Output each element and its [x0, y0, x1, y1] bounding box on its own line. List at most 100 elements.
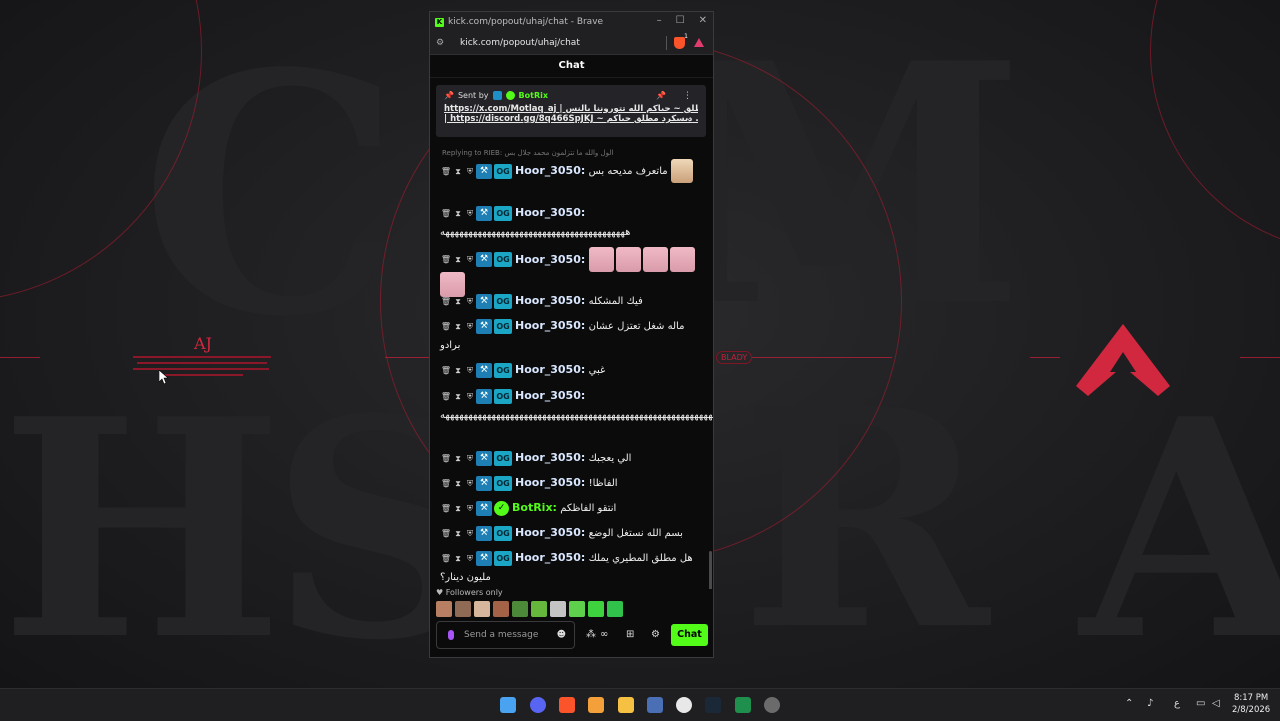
ban-icon[interactable]: ⛨ [464, 524, 476, 543]
timeout-icon[interactable]: ⧗ [452, 250, 464, 269]
timeout-icon[interactable]: ⧗ [452, 549, 464, 568]
chat-username[interactable]: Hoor_3050: [515, 294, 585, 307]
emoji-icon[interactable]: ☻ [557, 630, 566, 640]
delete-icon[interactable]: 🗑 [440, 499, 452, 518]
window-titlebar[interactable]: K kick.com/popout/uhaj/chat - Brave – ☐ … [430, 12, 713, 32]
send-chat-button[interactable]: Chat [671, 624, 708, 646]
microphone-icon[interactable] [448, 630, 454, 640]
delete-icon[interactable]: 🗑 [440, 204, 452, 223]
delete-icon[interactable]: 🗑 [440, 317, 452, 336]
chat-message[interactable]: 🗑 ⧗ ⛨ ⚒ OG Hoor_3050: الفاظا! [440, 473, 702, 493]
quick-emote[interactable] [436, 601, 452, 617]
chat-message[interactable]: 🗑 ⧗ ⛨ ⚒ OG Hoor_3050: [440, 247, 702, 297]
quick-emote[interactable] [550, 601, 566, 617]
brave-rewards-icon[interactable] [694, 38, 704, 47]
pinned-message[interactable]: 📌 Sent by BotRix https://x.com/Motlaq_aj… [436, 85, 706, 137]
chat-username[interactable]: Hoor_3050: [515, 451, 585, 464]
security-app-icon[interactable] [647, 697, 663, 713]
ban-icon[interactable]: ⛨ [464, 387, 476, 406]
pinned-line-2[interactable]: | https://discord.gg/8q466SpJKJ ~ ديسكرد… [444, 114, 698, 124]
chat-message[interactable]: 🗑 ⧗ ⛨ ⚒ OG Hoor_3050: ههههههههههههههههههههههه… [440, 386, 713, 425]
timeout-icon[interactable]: ⧗ [452, 204, 464, 223]
chat-message[interactable]: 🗑 ⧗ ⛨ ⚒ OG Hoor_3050: فيك المشكله [440, 291, 702, 311]
quick-emote[interactable] [607, 601, 623, 617]
site-settings-icon[interactable]: ⚙ [436, 38, 450, 48]
ban-icon[interactable]: ⛨ [464, 474, 476, 493]
pinned-line-1[interactable]: https://x.com/Motlaq_aj | تويتر مطلق ~ ح… [444, 104, 698, 114]
file-explorer-icon[interactable] [618, 697, 634, 713]
ban-icon[interactable]: ⛨ [464, 499, 476, 518]
tray-chevron-up-icon[interactable]: ⌃ [1125, 698, 1133, 709]
taskbar-clock[interactable]: 8:17 PM 2/8/2026 [1232, 692, 1270, 716]
chat-username[interactable]: Hoor_3050: [515, 476, 585, 489]
ban-icon[interactable]: ⛨ [464, 361, 476, 380]
delete-icon[interactable]: 🗑 [440, 449, 452, 468]
chevron-down-icon[interactable]: ⌄ [684, 113, 692, 123]
chat-message[interactable]: 🗑 ⧗ ⛨ ⚒ OG Hoor_3050: غبي [440, 360, 702, 380]
ban-icon[interactable]: ⛨ [464, 549, 476, 568]
delete-icon[interactable]: 🗑 [440, 162, 452, 181]
delete-icon[interactable]: 🗑 [440, 292, 452, 311]
discord-icon[interactable] [530, 697, 546, 713]
ban-icon[interactable]: ⛨ [464, 250, 476, 269]
brave-browser-icon[interactable] [559, 697, 575, 713]
chat-scrollbar[interactable] [709, 551, 712, 589]
maximize-button[interactable]: ☐ [676, 15, 685, 26]
delete-icon[interactable]: 🗑 [440, 549, 452, 568]
obs-icon[interactable] [676, 697, 692, 713]
quick-emote[interactable] [512, 601, 528, 617]
pinned-sender[interactable]: BotRix [519, 91, 548, 100]
network-icon[interactable]: ▭ [1196, 698, 1205, 709]
quick-emote[interactable] [531, 601, 547, 617]
timeout-icon[interactable]: ⧗ [452, 524, 464, 543]
chat-username[interactable]: Hoor_3050: [515, 206, 585, 219]
quick-emote[interactable] [493, 601, 509, 617]
quick-emote[interactable] [455, 601, 471, 617]
gift-icon[interactable]: ⊞ [626, 629, 634, 640]
url-field[interactable]: kick.com/popout/uhaj/chat [460, 38, 580, 48]
start-menu-icon[interactable] [500, 697, 516, 713]
chat-message[interactable]: 🗑 ⧗ ⛨ ⚒ OG Hoor_3050: ماتعرف مديحه بس [440, 159, 702, 183]
delete-icon[interactable]: 🗑 [440, 250, 452, 269]
timeout-icon[interactable]: ⧗ [452, 361, 464, 380]
chat-message[interactable]: 🗑 ⧗ ⛨ ⚒ OG Hoor_3050: بسم الله نستغل الوضع [440, 523, 702, 543]
timeout-icon[interactable]: ⧗ [452, 499, 464, 518]
chat-username[interactable]: Hoor_3050: [515, 363, 585, 376]
chat-username[interactable]: Hoor_3050: [515, 551, 585, 564]
infinity-icon[interactable]: ∞ [600, 629, 608, 640]
input-language[interactable]: ع [1174, 698, 1180, 709]
ban-icon[interactable]: ⛨ [464, 292, 476, 311]
tray-mic-icon[interactable]: ♪ [1147, 698, 1153, 709]
chat-message[interactable]: 🗑 ⧗ ⛨ ⚒ OG Hoor_3050: الي يعجبك [440, 448, 702, 468]
chat-username[interactable]: BotRix: [512, 501, 557, 514]
timeout-icon[interactable]: ⧗ [452, 387, 464, 406]
timeout-icon[interactable]: ⧗ [452, 449, 464, 468]
delete-icon[interactable]: 🗑 [440, 387, 452, 406]
quick-emote[interactable] [474, 601, 490, 617]
timeout-icon[interactable]: ⧗ [452, 292, 464, 311]
unpin-icon[interactable]: 📌 [656, 91, 666, 100]
chatgpt-icon[interactable] [764, 697, 780, 713]
more-options-icon[interactable]: ⋮ [683, 91, 692, 101]
settings-gear-icon[interactable]: ⚙ [651, 629, 660, 640]
timeout-icon[interactable]: ⧗ [452, 474, 464, 493]
chat-username[interactable]: Hoor_3050: [515, 253, 585, 266]
ban-icon[interactable]: ⛨ [464, 449, 476, 468]
close-button[interactable]: ✕ [699, 15, 707, 26]
chat-username[interactable]: Hoor_3050: [515, 164, 585, 177]
delete-icon[interactable]: 🗑 [440, 361, 452, 380]
chat-message[interactable]: 🗑 ⧗ ⛨ ⚒ OG Hoor_3050: هل مطلق المطيري يملك مل… [440, 548, 702, 587]
chat-username[interactable]: Hoor_3050: [515, 319, 585, 332]
timeout-icon[interactable]: ⧗ [452, 317, 464, 336]
quick-emote[interactable] [569, 601, 585, 617]
ban-icon[interactable]: ⛨ [464, 317, 476, 336]
chat-message[interactable]: 🗑 ⧗ ⛨ ⚒ OG Hoor_3050: ههههههههههههههههههههههه… [440, 203, 702, 242]
minimize-button[interactable]: – [657, 15, 662, 26]
volume-icon[interactable]: ◁ [1212, 698, 1220, 709]
chat-input[interactable]: Send a message ☻ [436, 621, 575, 649]
kicks-icon[interactable]: ⁂ [586, 629, 596, 640]
chat-username[interactable]: Hoor_3050: [515, 389, 585, 402]
chat-message[interactable]: 🗑 ⧗ ⛨ ⚒ ✓ BotRix: انتقو الفاظكم [440, 498, 702, 518]
quick-emote[interactable] [588, 601, 604, 617]
ban-icon[interactable]: ⛨ [464, 162, 476, 181]
